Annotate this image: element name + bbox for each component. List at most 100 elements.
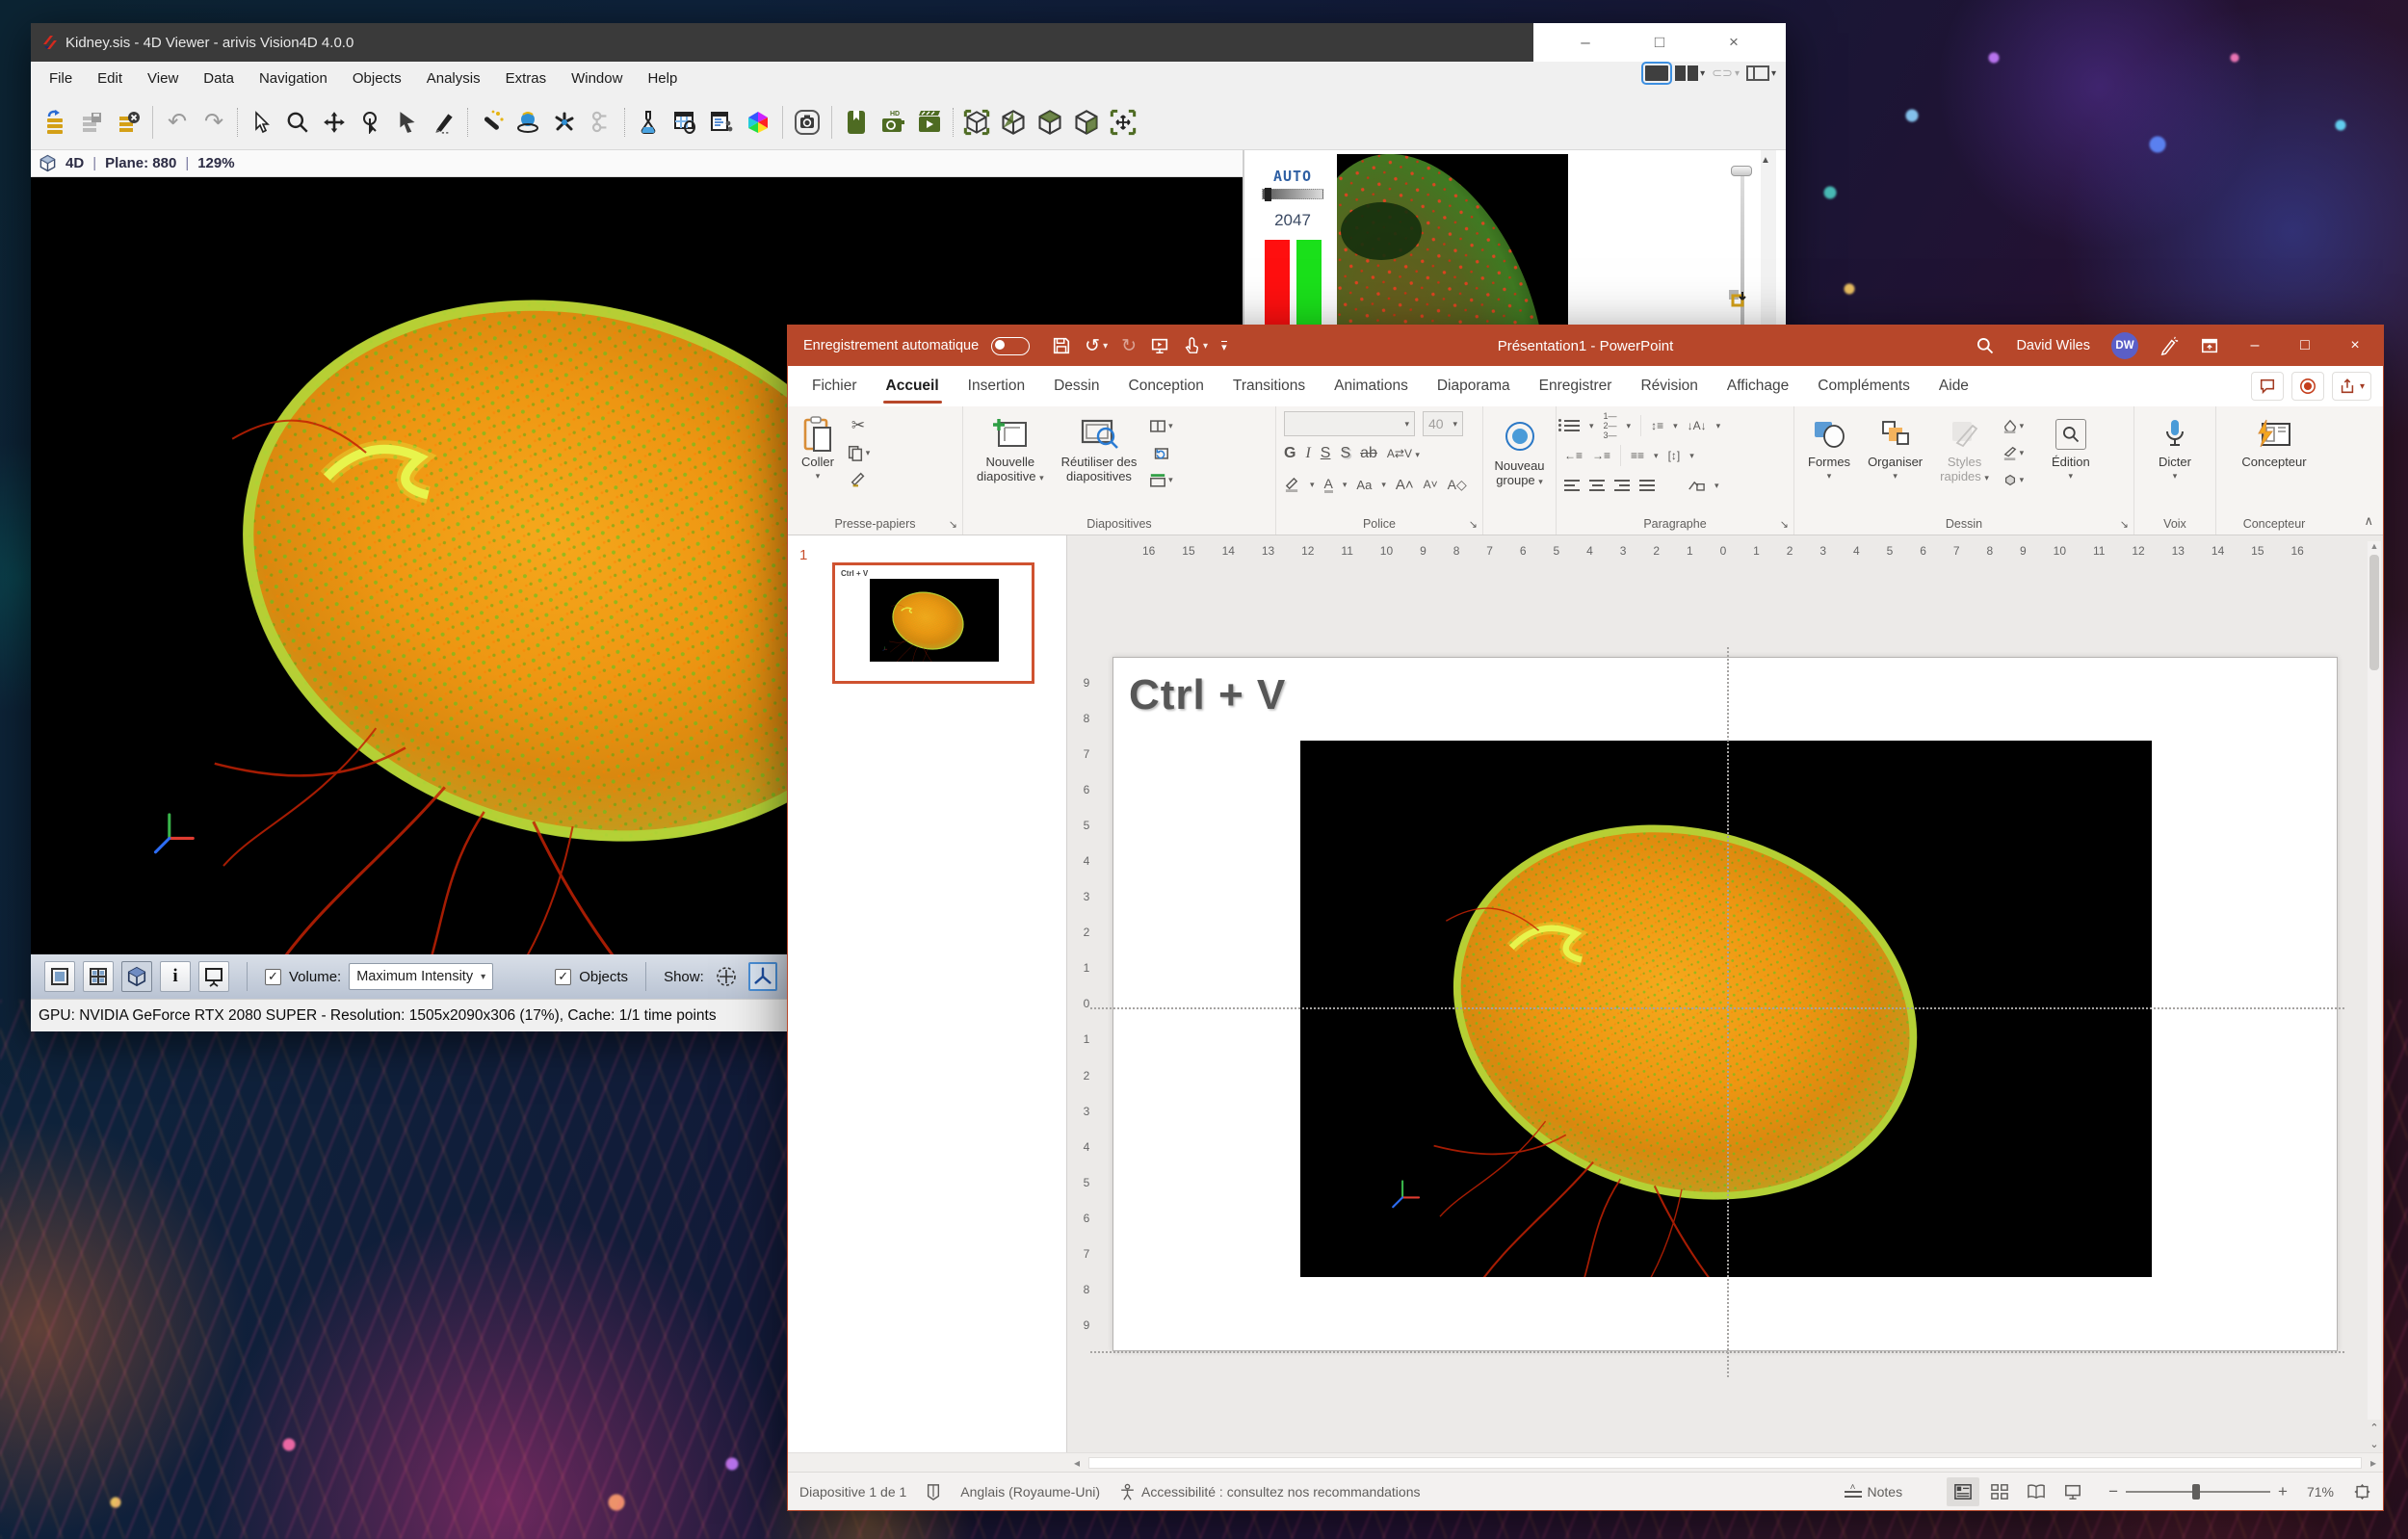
zoom-out-button[interactable]: − <box>2108 1482 2118 1501</box>
record-button[interactable] <box>2291 372 2324 401</box>
user-avatar[interactable]: DW <box>2111 332 2138 359</box>
grow-font-button[interactable]: A˄ <box>1396 477 1414 493</box>
snapshot-icon[interactable] <box>789 103 825 142</box>
show-gimbal-icon[interactable] <box>712 962 741 991</box>
slide-layout-button[interactable]: ▾ <box>1148 414 1173 437</box>
customize-quick-access-icon[interactable]: ▾ <box>1221 341 1227 352</box>
menu-item[interactable]: Window <box>559 65 635 92</box>
horizontal-guide[interactable] <box>1090 1007 2344 1009</box>
menu-item[interactable]: View <box>135 65 191 92</box>
cube-y-icon[interactable] <box>1032 103 1068 142</box>
tab-complements[interactable]: Compléments <box>1803 366 1924 406</box>
decrease-indent-button[interactable]: ←≡ <box>1564 449 1583 462</box>
font-name-select[interactable]: ▾ <box>1284 411 1415 436</box>
increase-indent-button[interactable]: →≡ <box>1592 449 1610 462</box>
cut-button[interactable]: ✂ <box>846 414 871 437</box>
menu-item[interactable]: Data <box>191 65 247 92</box>
slide-title-text[interactable]: Ctrl + V <box>1129 671 1286 719</box>
editing-button[interactable]: Édition▾ <box>2046 412 2096 485</box>
close-button[interactable]: × <box>1712 33 1756 52</box>
pick-tool-icon[interactable] <box>353 103 389 142</box>
draw-tool-icon[interactable] <box>426 103 462 142</box>
format-painter-button[interactable] <box>846 468 871 491</box>
next-slide-button[interactable]: ⌄ <box>2369 1438 2378 1450</box>
volume-checkbox[interactable]: ✓ <box>265 969 281 985</box>
text-shadow-button[interactable]: S <box>1340 445 1350 462</box>
table-chart-icon[interactable] <box>667 103 703 142</box>
shrink-font-button[interactable]: A˅ <box>1424 478 1438 491</box>
italic-button[interactable]: I <box>1305 445 1310 462</box>
maximize-button[interactable]: □ <box>1637 33 1682 52</box>
zoom-slider[interactable] <box>2126 1491 2270 1493</box>
dictate-button[interactable]: Dicter▾ <box>2153 412 2197 485</box>
shape-effects-button[interactable]: ▾ <box>2001 468 2026 491</box>
strikethrough-button[interactable]: ab <box>1360 445 1377 462</box>
split-view-button[interactable]: ▾ <box>1675 65 1705 81</box>
pen-sparkle-icon[interactable] <box>2159 336 2179 355</box>
reading-view-button[interactable] <box>2020 1477 2053 1506</box>
reuse-slides-button[interactable]: Réutiliser desdiapositives <box>1056 412 1143 485</box>
search-icon[interactable] <box>1976 336 1995 355</box>
font-dialog-launcher[interactable]: ↘ <box>1469 518 1478 531</box>
tab-aide[interactable]: Aide <box>1924 366 1983 406</box>
new-group-button[interactable]: Nouveaugroupe ▾ <box>1488 412 1550 491</box>
align-text-button[interactable]: [↕] <box>1668 449 1681 462</box>
justify-button[interactable] <box>1639 480 1655 491</box>
zoom-level[interactable]: 71% <box>2307 1484 2334 1500</box>
highlight-button[interactable] <box>1284 477 1300 492</box>
ribbon-display-options-icon[interactable] <box>2200 336 2219 355</box>
tab-affichage[interactable]: Affichage <box>1713 366 1803 406</box>
slide-canvas[interactable]: Ctrl + V <box>1112 657 2338 1351</box>
contrast-slider[interactable] <box>1262 189 1323 199</box>
menu-item[interactable]: Navigation <box>247 65 340 92</box>
drawing-dialog-launcher[interactable]: ↘ <box>2120 518 2129 531</box>
menu-item[interactable]: Objects <box>340 65 414 92</box>
objects-checkbox[interactable]: ✓ <box>555 969 571 985</box>
scroll-right-icon[interactable]: ▸ <box>2364 1456 2383 1470</box>
movie-export-icon[interactable] <box>911 103 948 142</box>
tab-fichier[interactable]: Fichier <box>798 366 872 406</box>
bold-button[interactable]: G <box>1284 445 1296 462</box>
horizontal-scrollbar[interactable]: ◂ ▸ <box>788 1452 2383 1472</box>
sphere-tool-icon[interactable] <box>510 103 546 142</box>
autosave-toggle[interactable] <box>991 337 1030 355</box>
scroll-up-icon[interactable]: ▲ <box>1761 155 1770 166</box>
spellcheck-icon[interactable] <box>926 1483 941 1500</box>
change-case-button[interactable]: Aa <box>1356 478 1372 492</box>
hd-snapshot-icon[interactable]: HD <box>875 103 911 142</box>
collapse-ribbon-icon[interactable]: ∧ <box>2364 513 2373 529</box>
cube-view-button[interactable] <box>121 961 152 992</box>
presentation-button[interactable] <box>198 961 229 992</box>
import-icon[interactable] <box>37 103 73 142</box>
comments-button[interactable] <box>2251 372 2284 401</box>
minimize-button[interactable]: – <box>1563 33 1608 52</box>
powerpoint-titlebar[interactable]: Enregistrement automatique ↺▾ ↻ ▾ ▾ Prés… <box>788 326 2383 366</box>
vertical-ruler[interactable]: 9876543210123456789 <box>1077 676 1096 1332</box>
spark-tool-icon[interactable] <box>546 103 583 142</box>
redo-icon[interactable]: ↷ <box>196 103 232 142</box>
touch-mode-icon[interactable] <box>1183 336 1200 355</box>
font-size-select[interactable]: 40▾ <box>1423 411 1463 436</box>
cube-z-icon[interactable] <box>1068 103 1105 142</box>
previous-slide-button[interactable]: ⌃ <box>2369 1422 2378 1434</box>
menu-item[interactable]: Help <box>635 65 690 92</box>
columns-button[interactable]: ≡≡ <box>1631 449 1644 462</box>
layout-button[interactable]: ▾ <box>1746 65 1776 81</box>
tab-diaporama[interactable]: Diaporama <box>1423 366 1525 406</box>
text-direction-button[interactable]: ↓A↓ <box>1688 419 1707 432</box>
save-icon[interactable] <box>1052 336 1071 355</box>
pan-tool-icon[interactable] <box>316 103 353 142</box>
bullets-button[interactable] <box>1564 420 1580 431</box>
normal-view-button[interactable] <box>1947 1477 1979 1506</box>
tab-transitions[interactable]: Transitions <box>1218 366 1320 406</box>
smartart-convert-button[interactable] <box>1688 479 1705 492</box>
fit-slide-button[interactable] <box>2353 1483 2371 1500</box>
line-spacing-button[interactable]: ↕≡ <box>1651 419 1663 432</box>
copy-button[interactable]: ▾ <box>846 441 871 464</box>
bounding-box-icon[interactable] <box>958 103 995 142</box>
grid-pane-button[interactable] <box>83 961 114 992</box>
horizontal-guide-bottom[interactable] <box>1090 1351 2344 1353</box>
link-views-button[interactable]: ⊂⊃▾ <box>1712 65 1740 81</box>
align-center-button[interactable] <box>1589 480 1605 491</box>
menu-item[interactable]: Extras <box>493 65 560 92</box>
